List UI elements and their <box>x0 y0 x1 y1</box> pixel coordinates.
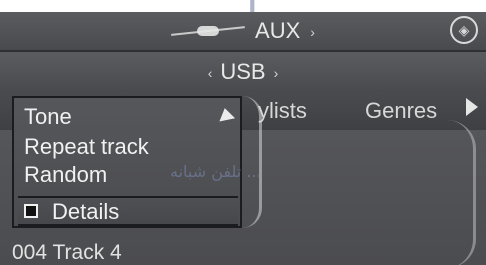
idrive-audio-screen: ماور AUX › ◈ ‹ USB › ylists Genres 004 T… <box>0 0 486 265</box>
usb-left-arrow-icon: ‹ <box>207 65 213 81</box>
usb-label: USB <box>220 59 266 84</box>
details-option[interactable]: Details <box>18 196 238 226</box>
usb-source-row[interactable]: ‹ USB › <box>0 52 486 92</box>
current-track-label: 004 Track 4 <box>12 241 122 264</box>
tab-genres[interactable]: Genres <box>365 96 437 126</box>
aux-right-arrow-icon: › <box>310 24 315 40</box>
aux-label: AUX <box>255 18 301 43</box>
tabs-next-arrow-icon[interactable] <box>466 98 478 116</box>
details-square-icon <box>24 204 38 218</box>
usb-source-bar[interactable]: ‹ USB › <box>0 52 486 94</box>
aux-source-row[interactable]: AUX › <box>0 12 486 50</box>
right-controller-arc <box>447 120 476 265</box>
menu-item-repeat-track[interactable]: Repeat track <box>24 134 149 160</box>
aux-cable-icon <box>171 24 245 38</box>
tab-playlists[interactable]: ylists <box>258 96 307 126</box>
menu-item-random[interactable]: Random <box>24 162 107 188</box>
aux-source-bar[interactable]: AUX › ◈ <box>0 12 486 52</box>
usb-right-arrow-icon: › <box>273 65 279 81</box>
details-label: Details <box>52 199 120 224</box>
top-white-band <box>0 0 486 12</box>
navigation-knob-icon[interactable]: ◈ <box>450 16 478 44</box>
menu-curved-edge <box>242 96 262 228</box>
menu-item-tone[interactable]: Tone <box>24 104 72 130</box>
